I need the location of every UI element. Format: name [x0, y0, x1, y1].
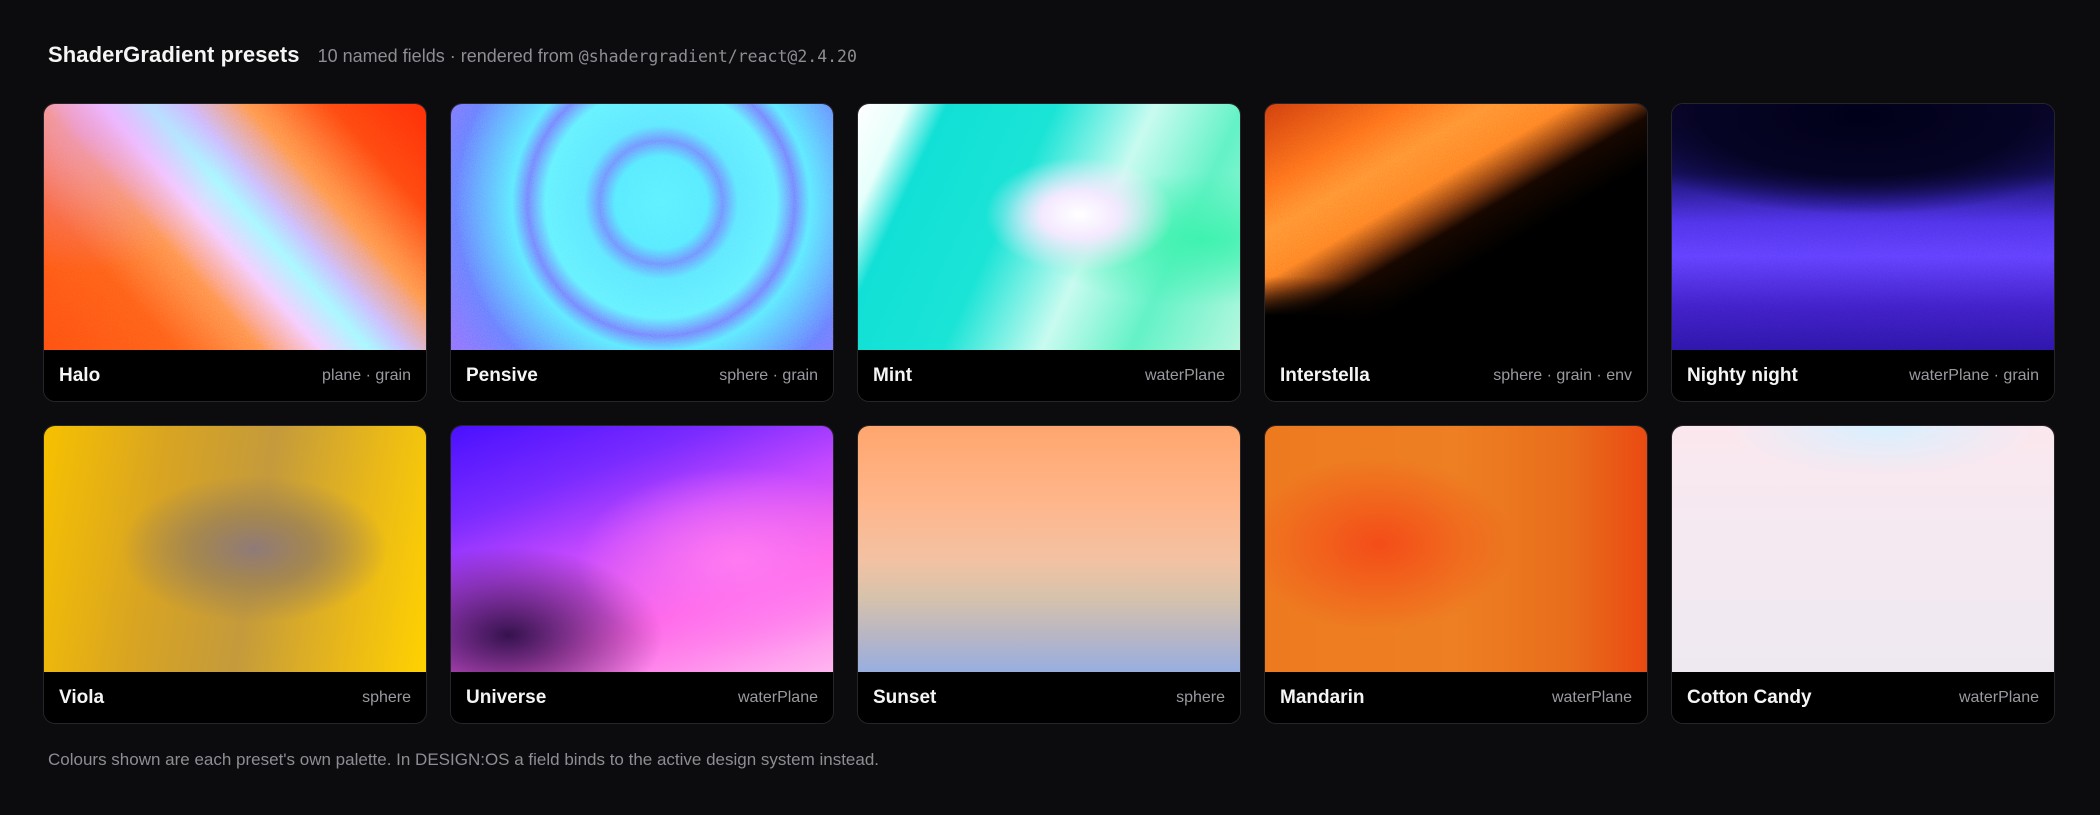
grain-texture — [451, 104, 833, 350]
preset-card-mandarin[interactable]: Mandarin waterPlane — [1264, 425, 1648, 724]
preset-swatch — [858, 426, 1240, 672]
preset-card-footer: Interstella sphere · grain · env — [1265, 350, 1647, 401]
preset-card-footer: Viola sphere — [44, 672, 426, 723]
preset-card-nighty-night[interactable]: Nighty night waterPlane · grain — [1671, 103, 2055, 402]
package-name: @shadergradient/react@2.4.20 — [578, 47, 857, 66]
preset-card-sunset[interactable]: Sunset sphere — [857, 425, 1241, 724]
preset-swatch — [451, 104, 833, 350]
preset-name: Pensive — [466, 364, 538, 386]
preset-card-cotton-candy[interactable]: Cotton Candy waterPlane — [1671, 425, 2055, 724]
preset-name: Mint — [873, 364, 913, 386]
preset-card-viola[interactable]: Viola sphere — [43, 425, 427, 724]
grain-texture — [1672, 104, 2054, 350]
preset-name: Nighty night — [1687, 364, 1798, 386]
preset-card-halo[interactable]: Halo plane · grain — [43, 103, 427, 402]
preset-tags: sphere · grain · env — [1493, 366, 1632, 384]
preset-swatch — [1672, 104, 2054, 350]
page-header: ShaderGradient presets 10 named fields ·… — [48, 42, 2058, 78]
preset-tags: waterPlane · grain — [1909, 366, 2039, 384]
preset-tags: sphere — [362, 688, 411, 706]
preset-name: Viola — [59, 686, 105, 708]
preset-card-universe[interactable]: Universe waterPlane — [450, 425, 834, 724]
preset-card-footer: Cotton Candy waterPlane — [1672, 672, 2054, 723]
preset-name: Interstella — [1280, 364, 1370, 386]
preset-tags: waterPlane — [1551, 688, 1632, 706]
preset-swatch — [44, 104, 426, 350]
preset-name: Halo — [59, 364, 101, 386]
preset-swatch — [44, 426, 426, 672]
preset-tags: waterPlane — [1144, 366, 1225, 384]
preset-swatch — [1672, 426, 2054, 672]
preset-grid: Halo plane · grain Pensive sphere · grai… — [43, 103, 2055, 724]
preset-card-footer: Universe waterPlane — [451, 672, 833, 723]
preset-swatch — [858, 104, 1240, 350]
preset-card-footer: Mint waterPlane — [858, 350, 1240, 401]
preset-tags: waterPlane — [737, 688, 818, 706]
presets-page: ShaderGradient presets 10 named fields ·… — [43, 42, 2058, 769]
preset-card-interstella[interactable]: Interstella sphere · grain · env — [1264, 103, 1648, 402]
preset-card-mint[interactable]: Mint waterPlane — [857, 103, 1241, 402]
preset-card-footer: Halo plane · grain — [44, 350, 426, 401]
preset-card-pensive[interactable]: Pensive sphere · grain — [450, 103, 834, 402]
preset-name: Sunset — [873, 686, 937, 708]
palette-footnote: Colours shown are each preset's own pale… — [48, 750, 880, 769]
subtitle-prefix: 10 named fields · rendered from — [317, 46, 574, 66]
preset-swatch — [451, 426, 833, 672]
preset-card-footer: Nighty night waterPlane · grain — [1672, 350, 2054, 401]
preset-tags: plane · grain — [322, 366, 411, 384]
page-title: ShaderGradient presets — [48, 42, 300, 67]
preset-tags: sphere · grain — [719, 366, 818, 384]
grain-texture — [44, 104, 426, 350]
preset-name: Universe — [466, 686, 547, 708]
preset-card-footer: Pensive sphere · grain — [451, 350, 833, 401]
preset-card-footer: Mandarin waterPlane — [1265, 672, 1647, 723]
preset-swatch — [1265, 426, 1647, 672]
preset-tags: sphere — [1176, 688, 1225, 706]
page-subtitle: 10 named fields · rendered from @shaderg… — [318, 46, 857, 67]
preset-card-footer: Sunset sphere — [858, 672, 1240, 723]
grain-texture — [1265, 104, 1647, 350]
preset-name: Mandarin — [1280, 686, 1365, 708]
preset-swatch — [1265, 104, 1647, 350]
preset-name: Cotton Candy — [1687, 686, 1812, 708]
preset-tags: waterPlane — [1958, 688, 2039, 706]
